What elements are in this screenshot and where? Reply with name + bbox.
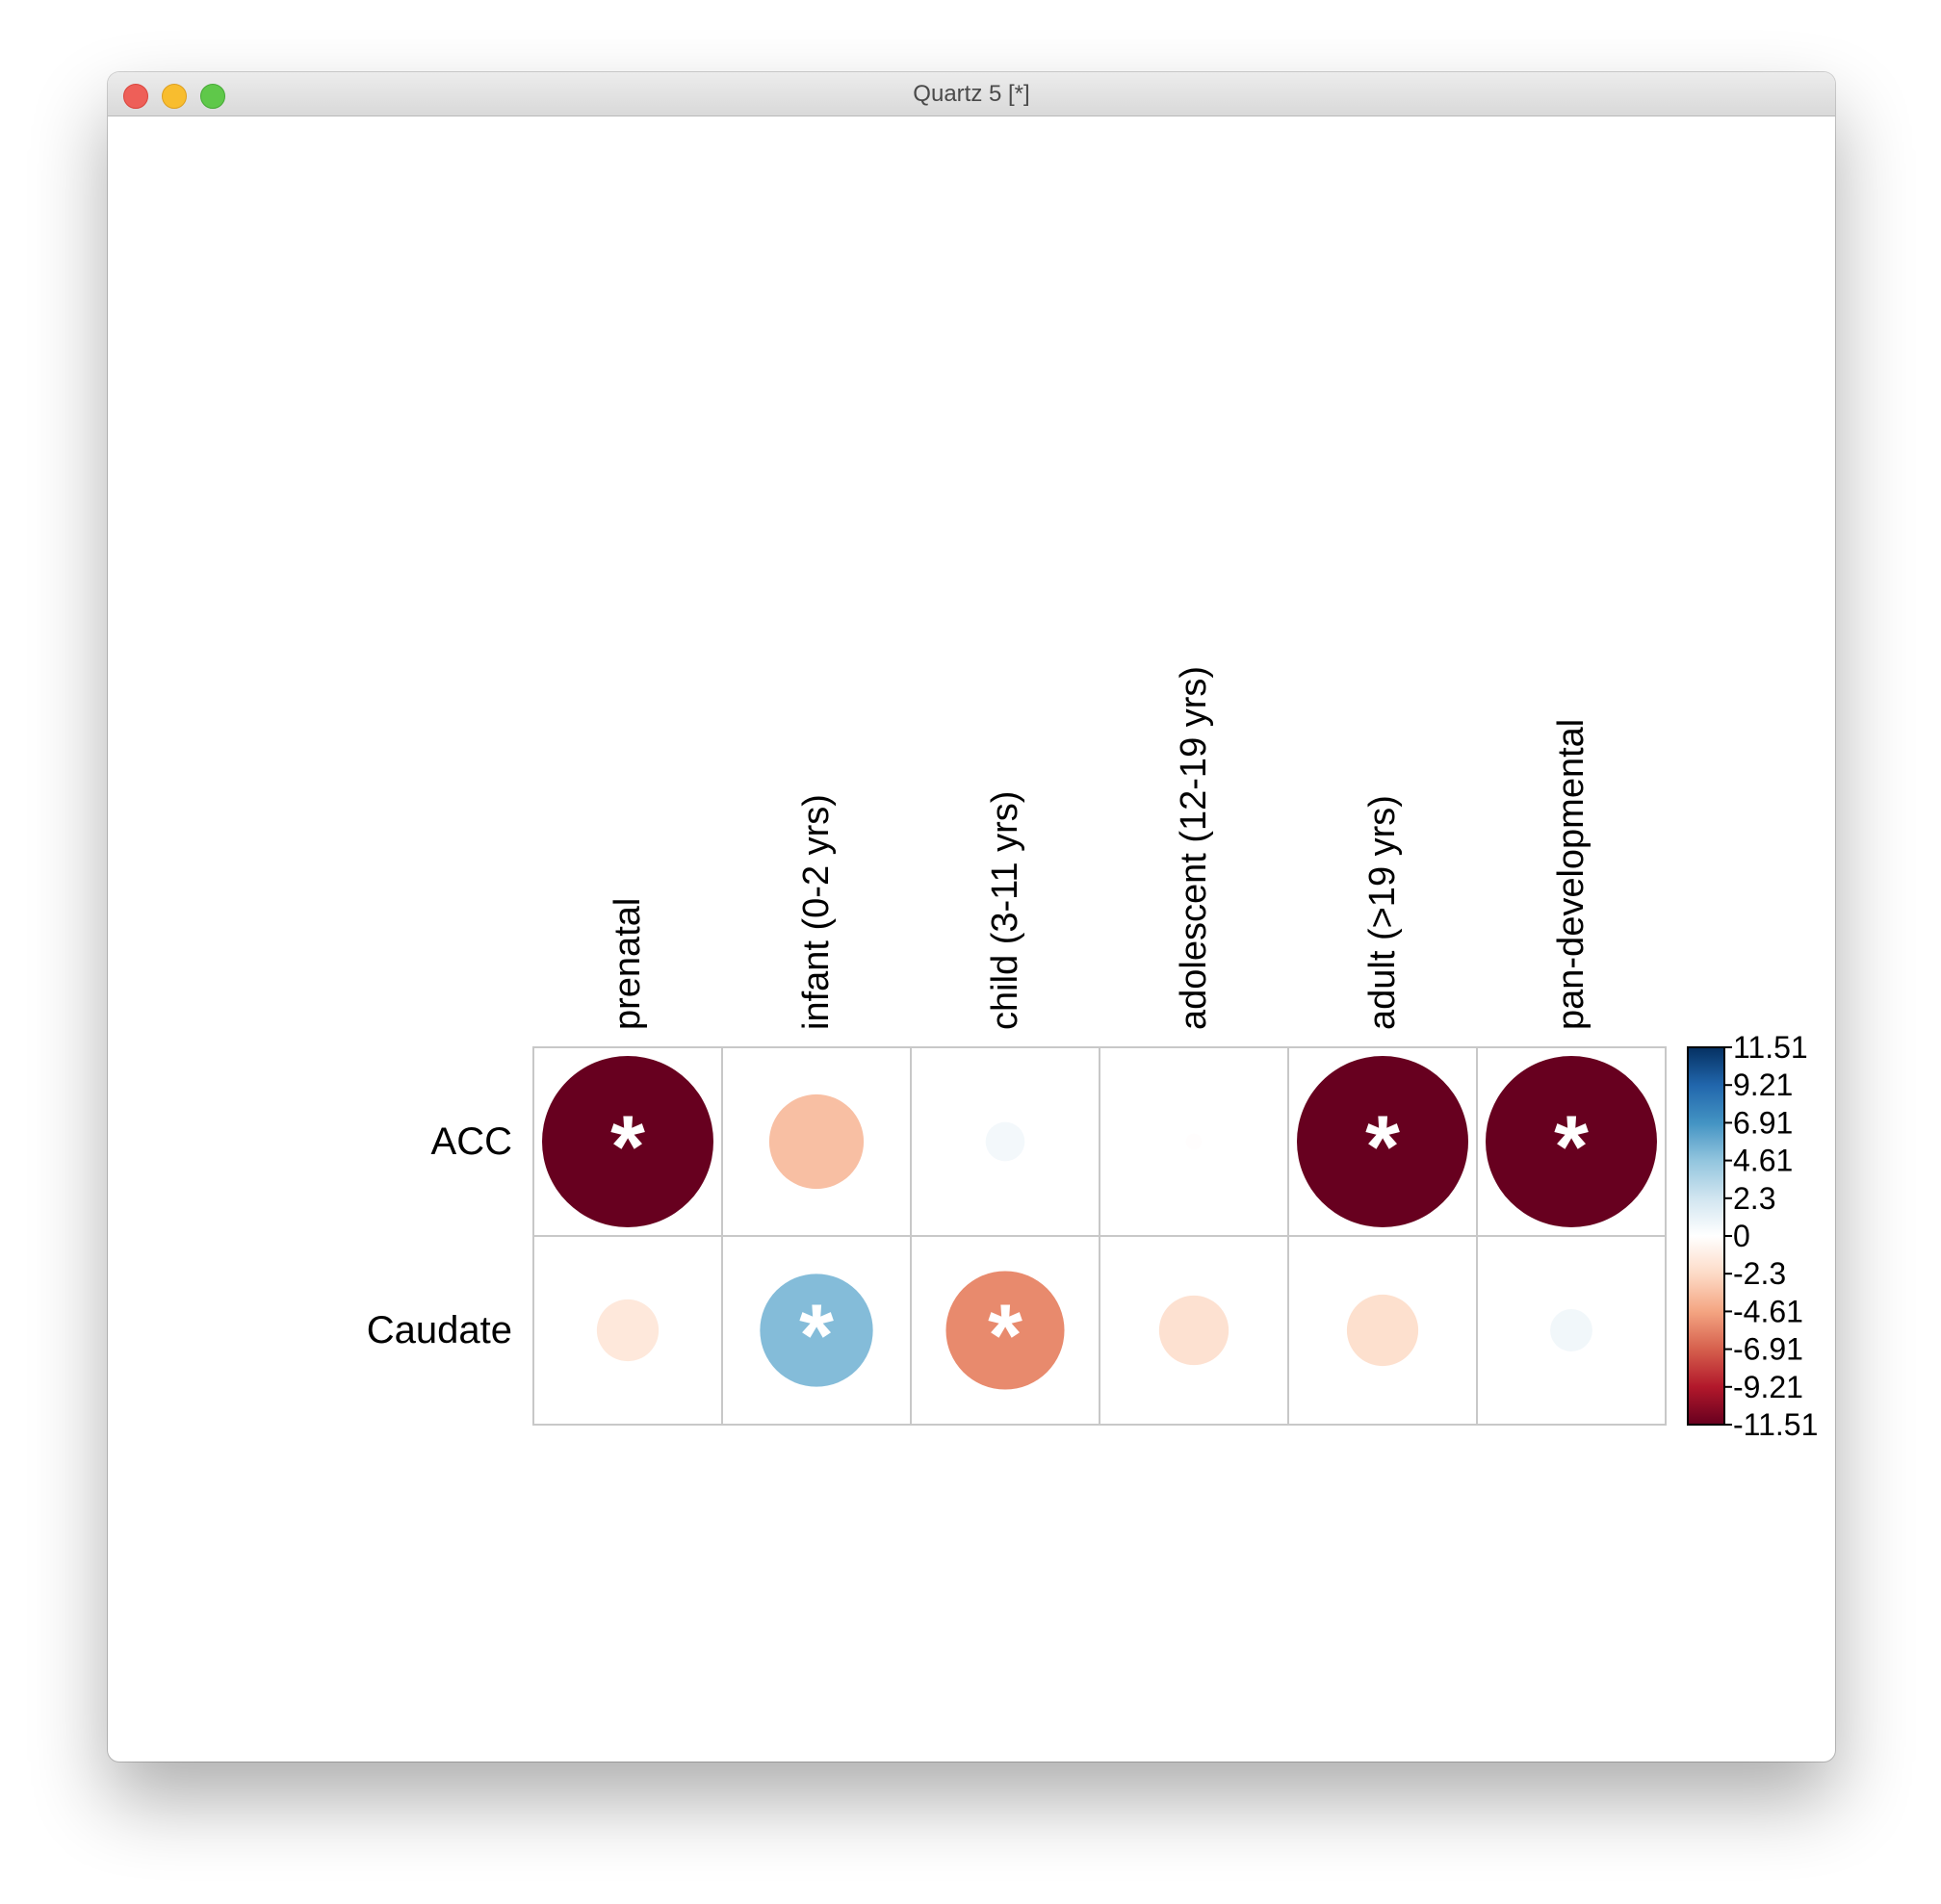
significance-marker: * (799, 1287, 834, 1385)
column-label: child (3-11 yrs) (985, 791, 1025, 1030)
value-circle (1158, 1295, 1229, 1366)
colorbar-tick-label: 6.91 (1733, 1105, 1793, 1140)
row-label: ACC (431, 1120, 512, 1163)
value-circle (1346, 1294, 1419, 1367)
colorbar-tick-label: 9.21 (1733, 1068, 1793, 1102)
colorbar-tick-label: -9.21 (1733, 1370, 1803, 1404)
corrplot-chart: * * * * * prenatal infant (0-2 yrs) child (3-1… (367, 666, 1819, 1442)
value-circle (596, 1299, 660, 1362)
value-circle (985, 1121, 1025, 1162)
significance-marker: * (1365, 1098, 1400, 1196)
significance-marker: * (610, 1098, 645, 1196)
value-circle (1550, 1309, 1592, 1351)
column-label: pan-developmental (1551, 719, 1592, 1030)
column-label: adult (>19 yrs) (1362, 795, 1403, 1030)
significance-marker: * (1554, 1098, 1589, 1196)
colorbar-tick-label: 2.3 (1733, 1181, 1775, 1216)
colorbar-scale (1687, 1046, 1725, 1426)
row-label: Caudate (367, 1309, 512, 1351)
column-label: prenatal (608, 898, 648, 1030)
colorbar-tick-label: 0 (1733, 1219, 1750, 1253)
value-circle (768, 1094, 865, 1190)
value-circle (1185, 1133, 1203, 1150)
colorbar-tick-label: 11.51 (1733, 1030, 1808, 1065)
colorbar-tick-label: -6.91 (1733, 1332, 1803, 1367)
colorbar-tick-label: -11.51 (1733, 1407, 1818, 1442)
column-label: infant (0-2 yrs) (796, 794, 837, 1030)
colorbar-tick-label: -2.3 (1733, 1256, 1786, 1291)
significance-marker: * (988, 1287, 1022, 1385)
quartz-window: Quartz 5 [*] * * * * * prenatal infant (0-2 y… (108, 72, 1835, 1762)
plot-area: * * * * * prenatal infant (0-2 yrs) child (3-1… (108, 116, 1835, 1762)
column-label: adolescent (12-19 yrs) (1174, 666, 1214, 1030)
colorbar-tick-label: -4.61 (1733, 1294, 1803, 1328)
colorbar-tick-label: 4.61 (1733, 1144, 1793, 1178)
window-title: Quartz 5 [*] (913, 81, 1030, 107)
title-bar[interactable]: Quartz 5 [*] (108, 72, 1835, 116)
